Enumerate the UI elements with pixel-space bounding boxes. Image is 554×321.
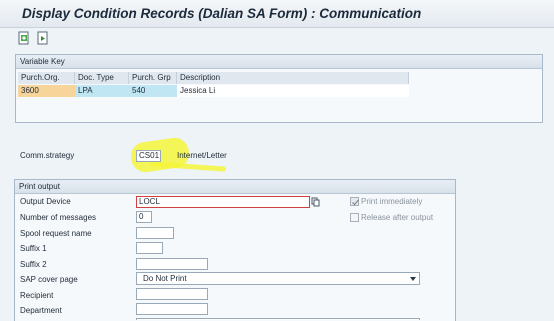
suffix-1-field[interactable] bbox=[136, 242, 163, 254]
title-bar: Display Condition Records (Dalian SA For… bbox=[0, 0, 554, 28]
highlight-underline bbox=[149, 161, 227, 172]
number-of-messages-field[interactable]: 0 bbox=[136, 211, 152, 223]
recipient-label: Recipient bbox=[20, 291, 54, 300]
communication-icon[interactable] bbox=[36, 31, 50, 45]
suffix-2-field[interactable] bbox=[136, 258, 208, 270]
column-header-doc-type[interactable]: Doc. Type bbox=[75, 72, 129, 84]
cell-purch-org[interactable]: 3600 bbox=[18, 85, 75, 97]
department-field[interactable] bbox=[136, 303, 208, 315]
cell-description: Jessica Li bbox=[177, 85, 409, 97]
suffix-2-label: Suffix 2 bbox=[20, 260, 47, 269]
release-after-output-label: Release after output bbox=[361, 213, 434, 222]
column-header-purch-org[interactable]: Purch.Org. bbox=[18, 72, 75, 84]
spool-request-name-field[interactable] bbox=[136, 227, 174, 239]
variable-key-title: Variable Key bbox=[16, 55, 542, 69]
comm-strategy-description: Internet/Letter bbox=[177, 151, 227, 160]
variable-key-panel: Variable Key Purch.Org. Doc. Type Purch.… bbox=[15, 54, 543, 123]
recipient-field[interactable] bbox=[136, 288, 208, 300]
comm-strategy-field[interactable]: CS01 bbox=[136, 150, 161, 162]
spool-request-name-label: Spool request name bbox=[20, 229, 92, 238]
sap-cover-page-label: SAP cover page bbox=[20, 275, 78, 284]
output-device-value-help-icon[interactable] bbox=[311, 196, 321, 207]
print-output-title: Print output bbox=[15, 180, 455, 194]
output-device-label: Output Device bbox=[20, 197, 71, 206]
print-immediately-label: Print immediately bbox=[361, 197, 423, 206]
output-device-field[interactable]: LOCL bbox=[136, 196, 310, 208]
window-title: Display Condition Records (Dalian SA For… bbox=[22, 6, 422, 21]
column-header-purch-grp[interactable]: Purch. Grp bbox=[129, 72, 177, 84]
print-immediately-checkbox[interactable] bbox=[350, 197, 359, 206]
number-of-messages-label: Number of messages bbox=[20, 213, 97, 222]
cell-doc-type[interactable]: LPA bbox=[75, 85, 129, 97]
chevron-down-icon[interactable] bbox=[409, 275, 417, 282]
column-header-description[interactable]: Description bbox=[177, 72, 409, 84]
suffix-1-label: Suffix 1 bbox=[20, 244, 47, 253]
release-after-output-checkbox[interactable] bbox=[350, 213, 359, 222]
record-overview-icon[interactable] bbox=[17, 31, 31, 45]
sap-cover-page-dropdown[interactable]: Do Not Print bbox=[136, 272, 420, 285]
department-label: Department bbox=[20, 306, 62, 315]
cell-purch-grp[interactable]: 540 bbox=[129, 85, 177, 97]
comm-strategy-label: Comm.strategy bbox=[20, 151, 75, 160]
application-toolbar bbox=[0, 28, 554, 48]
